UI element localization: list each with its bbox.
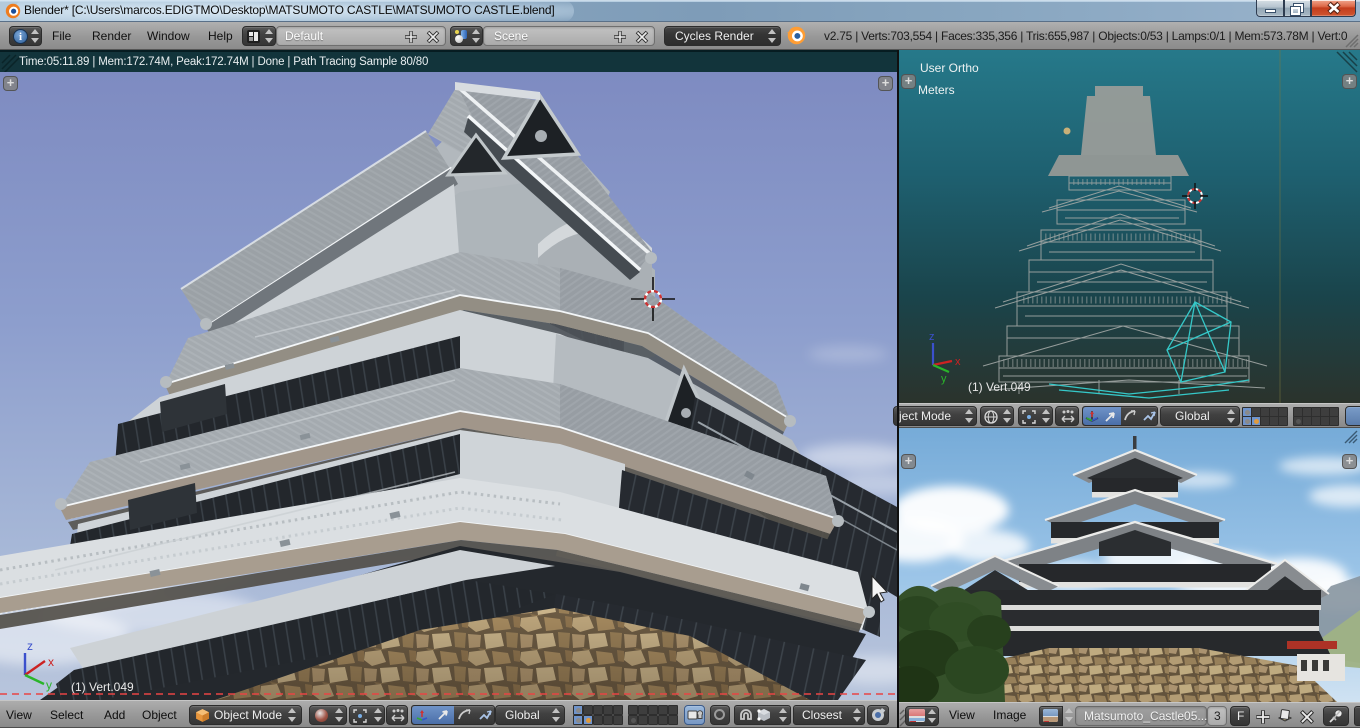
svg-text:x: x	[48, 655, 54, 669]
svg-text:x: x	[955, 356, 961, 368]
svg-text:z: z	[929, 331, 935, 343]
svg-text:(1) Vert.049: (1) Vert.049	[968, 380, 1031, 394]
svg-text:Meters: Meters	[918, 83, 955, 97]
svg-text:User Ortho: User Ortho	[920, 61, 979, 75]
svg-text:z: z	[27, 639, 33, 653]
svg-text:y: y	[46, 678, 52, 692]
svg-text:(1) Vert.049: (1) Vert.049	[71, 680, 134, 694]
svg-text:y: y	[941, 373, 947, 385]
